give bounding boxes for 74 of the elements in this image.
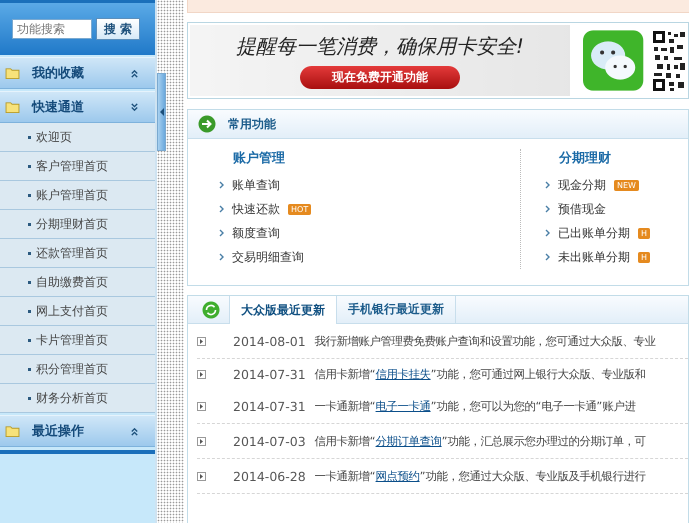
bullet-icon bbox=[28, 194, 31, 196]
chevron-icon bbox=[130, 102, 139, 112]
caret-icon bbox=[219, 205, 224, 213]
news-date: 2014-06-28 bbox=[233, 468, 306, 484]
expand-box-icon bbox=[197, 436, 206, 446]
badge: H bbox=[638, 228, 650, 238]
menu-group-header[interactable]: 最近操作 bbox=[0, 415, 155, 447]
panel-title: 常用功能 bbox=[228, 116, 276, 132]
caret-icon bbox=[545, 253, 550, 261]
chevron-icon bbox=[130, 426, 139, 436]
menu-group-header[interactable]: 快速通道 bbox=[0, 91, 155, 123]
badge: H bbox=[638, 252, 650, 262]
bullet-icon bbox=[28, 280, 31, 284]
collapse-handle[interactable] bbox=[157, 73, 166, 151]
column-heading: 分期理财 bbox=[558, 150, 612, 167]
tab[interactable]: 大众版最近更新 bbox=[229, 296, 337, 324]
caret-icon bbox=[545, 205, 550, 213]
caret-icon bbox=[545, 181, 550, 189]
bullet-icon bbox=[28, 368, 31, 370]
news-date: 2014-08-01 bbox=[233, 334, 306, 348]
expand-box-icon bbox=[197, 370, 206, 378]
function-link[interactable]: 现金分期 bbox=[558, 176, 606, 194]
function-link[interactable]: 交易明细查询 bbox=[232, 248, 304, 266]
expand-box-icon bbox=[197, 472, 206, 480]
sidebar-item[interactable]: 欢迎页 bbox=[36, 128, 72, 146]
search-field[interactable]: 功能搜索 bbox=[12, 19, 92, 39]
news-text: 一卡通新增“网点预约”功能，您通过大众版、专业版及手机银行进行 bbox=[314, 468, 646, 484]
bullet-icon bbox=[28, 338, 31, 342]
function-link[interactable]: 账单查询 bbox=[232, 176, 280, 194]
bullet-icon bbox=[28, 252, 31, 254]
bullet-icon bbox=[28, 164, 31, 168]
function-link[interactable]: 已出账单分期 bbox=[558, 224, 630, 242]
function-link[interactable]: 预借现金 bbox=[558, 200, 606, 218]
news-text: 信用卡新增“信用卡挂失”功能，您可通过网上银行大众版、专业版和 bbox=[314, 366, 646, 382]
news-link[interactable]: 信用卡挂失 bbox=[376, 366, 431, 380]
expand-box-icon bbox=[197, 402, 206, 410]
news-date: 2014-07-31 bbox=[233, 366, 306, 382]
caret-icon bbox=[545, 229, 550, 237]
news-text: 我行新增账户管理费免费账户查询和设置功能，您可通过大众版、专业 bbox=[314, 334, 656, 348]
chevron-icon bbox=[130, 68, 139, 78]
activate-button[interactable]: 现在免费开通功能 bbox=[300, 66, 460, 88]
news-date: 2014-07-03 bbox=[233, 434, 306, 448]
chat-bubbles-icon bbox=[582, 29, 644, 92]
refresh-icon bbox=[202, 300, 220, 318]
function-link[interactable]: 快速还款 bbox=[232, 200, 280, 218]
bullet-icon bbox=[28, 396, 31, 400]
qr-code-drawing bbox=[652, 30, 686, 92]
news-link[interactable]: 分期订单查询 bbox=[376, 434, 442, 448]
banner-headline: 提醒每一笔消费，确保用卡安全! bbox=[236, 32, 524, 60]
caret-icon bbox=[219, 229, 224, 237]
folder-icon bbox=[5, 425, 20, 437]
news-text: 一卡通新增“电子一卡通”功能，您可以为您的“电子一卡通”账户进 bbox=[314, 398, 636, 414]
news-date: 2014-07-31 bbox=[233, 398, 306, 414]
news-text: 信用卡新增“分期订单查询”功能，汇总展示您办理过的分期订单，可 bbox=[314, 434, 646, 448]
news-link[interactable]: 网点预约 bbox=[376, 468, 420, 482]
bullet-icon bbox=[28, 310, 31, 312]
folder-icon bbox=[5, 101, 20, 113]
bullet-icon bbox=[28, 222, 31, 226]
caret-icon bbox=[219, 253, 224, 261]
caret-icon bbox=[219, 181, 224, 189]
search-button[interactable]: 搜 索 bbox=[96, 18, 140, 40]
function-link[interactable]: 未出账单分期 bbox=[558, 248, 630, 266]
bullet-icon bbox=[28, 136, 31, 138]
tab[interactable]: 手机银行最近更新 bbox=[337, 296, 456, 323]
expand-box-icon bbox=[197, 336, 206, 346]
badge: NEW bbox=[614, 180, 639, 190]
arrow-right-icon bbox=[198, 115, 216, 133]
folder-icon bbox=[5, 67, 20, 79]
function-link[interactable]: 额度查询 bbox=[232, 224, 280, 242]
badge: HOT bbox=[288, 204, 312, 214]
menu-group-header[interactable]: 我的收藏 bbox=[0, 57, 155, 89]
column-heading: 账户管理 bbox=[232, 150, 286, 167]
left-triangle-icon bbox=[160, 108, 164, 116]
news-link[interactable]: 电子一卡通 bbox=[376, 398, 431, 412]
